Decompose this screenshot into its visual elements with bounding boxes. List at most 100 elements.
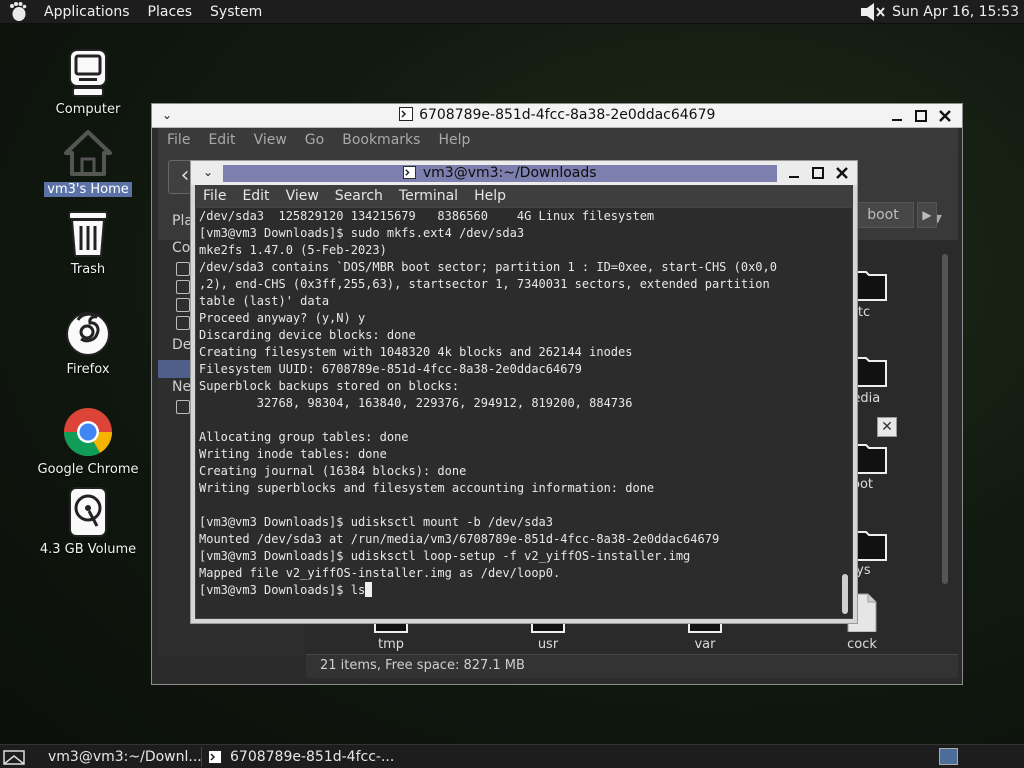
fm-menu-view[interactable]: View <box>245 132 296 148</box>
terminal-line: [vm3@vm3 Downloads]$ sudo mkfs.ext4 /dev… <box>199 225 839 242</box>
path-scroll-right-button[interactable]: ▶ <box>917 202 937 228</box>
close-icon[interactable] <box>831 163 853 183</box>
desktop-icon-trash[interactable]: Trash <box>33 206 143 277</box>
window-menu-icon[interactable]: ⌄ <box>203 165 213 179</box>
file-manager-title-text: 6708789e-851d-4fcc-8a38-2e0ddac64679 <box>419 107 716 123</box>
maximize-icon[interactable] <box>807 163 829 183</box>
terminal-line: Discarding device blocks: done <box>199 327 839 344</box>
file-manager-titlebar[interactable]: ⌄ 6708789e-851d-4fcc-8a38-2e0ddac64679 <box>152 104 962 128</box>
chrome-icon <box>63 408 112 457</box>
term-menu-terminal[interactable]: Terminal <box>391 188 466 204</box>
term-menu-help[interactable]: Help <box>466 188 514 204</box>
volume-muted-icon[interactable] <box>860 2 886 22</box>
terminal-screen[interactable]: /dev/sda3 125829120 134215679 8386560 4G… <box>195 207 853 619</box>
sidebar-item[interactable] <box>176 400 190 414</box>
close-icon[interactable]: ✕ <box>877 417 897 437</box>
menu-applications[interactable]: Applications <box>35 0 139 24</box>
gnome-foot-icon[interactable] <box>7 1 29 23</box>
terminal-titlebar[interactable]: ⌄ vm3@vm3:~/Downloads <box>191 161 857 185</box>
file-manager-scrollbar[interactable] <box>942 254 948 584</box>
menu-system[interactable]: System <box>201 0 271 24</box>
terminal-line: ,2), end-CHS (0x3ff,255,63), startsector… <box>199 276 839 293</box>
file-item-label[interactable]: cock <box>832 637 892 652</box>
terminal-line: Creating filesystem with 1048320 4k bloc… <box>199 344 839 361</box>
file-item-label[interactable]: usr <box>518 637 578 652</box>
fm-menu-edit[interactable]: Edit <box>199 132 244 148</box>
terminal-line-text: mke2fs 1.47.0 (5-Feb-2023) <box>199 243 387 257</box>
taskbar-item-file-manager[interactable]: 6708789e-851d-4fcc-... <box>204 747 404 767</box>
fm-menu-go[interactable]: Go <box>296 132 333 148</box>
desktop-icon-computer[interactable]: Computer <box>33 46 143 117</box>
minimize-icon[interactable] <box>886 106 908 126</box>
terminal-line-text: 32768, 98304, 163840, 229376, 294912, 81… <box>199 396 633 410</box>
fm-menu-help[interactable]: Help <box>429 132 479 148</box>
file-item-label[interactable]: tmp <box>361 637 421 652</box>
terminal-cursor <box>365 582 373 597</box>
trash-icon <box>68 211 108 257</box>
close-icon[interactable] <box>934 106 956 126</box>
taskbar-item-label: 6708789e-851d-4fcc-... <box>230 749 395 765</box>
terminal-output: /dev/sda3 125829120 134215679 8386560 4G… <box>199 208 839 599</box>
terminal-scrollbar[interactable] <box>840 208 850 618</box>
sidebar-item[interactable] <box>176 262 190 276</box>
terminal-line: mke2fs 1.47.0 (5-Feb-2023) <box>199 242 839 259</box>
terminal-line-text: /dev/sda3 125829120 134215679 8386560 4G… <box>199 209 655 223</box>
terminal-line: /dev/sda3 contains `DOS/MBR boot sector;… <box>199 259 839 276</box>
file-manager-app-icon <box>208 750 222 764</box>
sidebar-item[interactable] <box>176 316 190 330</box>
window-app-icon <box>398 107 413 121</box>
firefox-icon <box>66 312 110 356</box>
desktop-icon-label: Firefox <box>66 362 110 377</box>
panel-tray: Sun Apr 16, 15:53 <box>860 2 1024 22</box>
file-item-label[interactable]: var <box>675 637 735 652</box>
maximize-icon[interactable] <box>910 106 932 126</box>
sidebar-item[interactable] <box>176 280 190 294</box>
sidebar-header-devices: De <box>172 337 192 353</box>
top-panel: Applications Places System Sun Apr 16, 1… <box>0 0 1024 24</box>
sidebar-header-network: Ne <box>172 379 192 395</box>
terminal-line-text: Allocating group tables: done <box>199 430 409 444</box>
terminal-line-text: Superblock backups stored on blocks: <box>199 379 460 393</box>
terminal-line: Creating journal (16384 blocks): done <box>199 463 839 480</box>
workspace-switcher[interactable] <box>939 748 958 765</box>
term-menu-search[interactable]: Search <box>327 188 391 204</box>
terminal-line: Writing inode tables: done <box>199 446 839 463</box>
desktop-icon-label: Google Chrome <box>37 462 139 477</box>
terminal-line: Mapped file v2_yiffOS-installer.img as /… <box>199 565 839 582</box>
fm-menu-bookmarks[interactable]: Bookmarks <box>333 132 429 148</box>
terminal-line: Writing superblocks and filesystem accou… <box>199 480 839 497</box>
desktop-icon-home[interactable]: vm3's Home <box>33 126 143 197</box>
window-controls <box>886 106 956 126</box>
term-menu-view[interactable]: View <box>278 188 327 204</box>
file-manager-title: 6708789e-851d-4fcc-8a38-2e0ddac64679 <box>152 107 962 123</box>
terminal-line-text: Creating journal (16384 blocks): done <box>199 464 467 478</box>
computer-icon <box>69 49 107 97</box>
terminal-title: vm3@vm3:~/Downloads <box>223 165 777 182</box>
clock[interactable]: Sun Apr 16, 15:53 <box>892 4 1019 20</box>
file-manager-menubar: File Edit View Go Bookmarks Help <box>158 128 958 152</box>
terminal-line-text: ,2), end-CHS (0x3ff,255,63), startsector… <box>199 277 770 291</box>
terminal-scrollbar-thumb[interactable] <box>842 574 848 614</box>
term-menu-edit[interactable]: Edit <box>234 188 277 204</box>
bottom-taskbar: vm3@vm3:~/Downl... 6708789e-851d-4fcc-..… <box>0 744 1024 768</box>
terminal-line-text: Proceed anyway? (y,N) y <box>199 311 366 325</box>
terminal-line-text: Writing inode tables: done <box>199 447 387 461</box>
show-desktop-icon[interactable] <box>2 748 26 766</box>
sidebar-item[interactable] <box>176 298 190 312</box>
menu-places[interactable]: Places <box>139 0 202 24</box>
desktop-icon-firefox[interactable]: Firefox <box>33 306 143 377</box>
taskbar-item-terminal[interactable]: vm3@vm3:~/Downl... <box>36 747 202 767</box>
terminal-line-text: [vm3@vm3 Downloads]$ ls <box>199 583 366 597</box>
path-button-boot[interactable]: boot <box>852 202 914 228</box>
desktop-icon-volume[interactable]: 4.3 GB Volume <box>33 486 143 557</box>
minimize-icon[interactable] <box>783 163 805 183</box>
desktop-icon-chrome[interactable]: Google Chrome <box>33 406 143 477</box>
terminal-line-text: table (last)' data <box>199 294 330 308</box>
term-menu-file[interactable]: File <box>195 188 234 204</box>
taskbar-item-label: vm3@vm3:~/Downl... <box>48 749 202 765</box>
terminal-app-icon <box>403 166 417 179</box>
terminal-window: ⌄ vm3@vm3:~/Downloads File Edit View Sea… <box>190 160 858 624</box>
terminal-line-text: Writing superblocks and filesystem accou… <box>199 481 655 495</box>
fm-menu-file[interactable]: File <box>158 132 199 148</box>
